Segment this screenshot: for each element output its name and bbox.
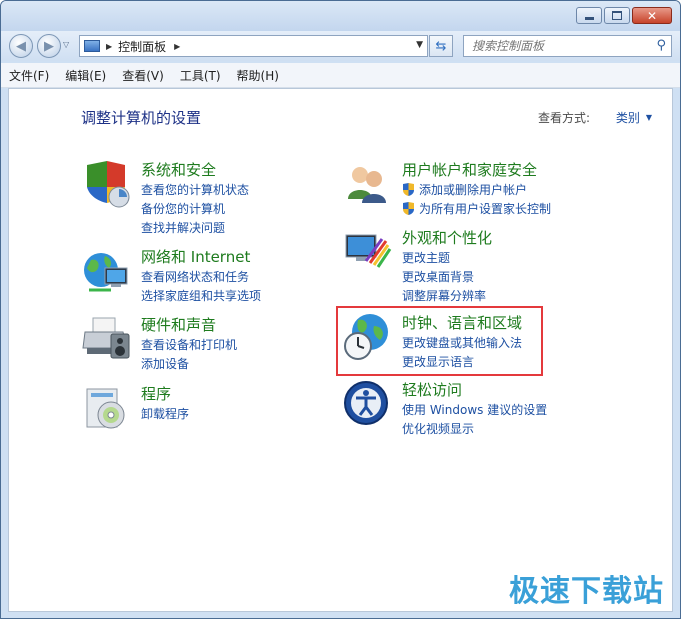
- category-title[interactable]: 系统和安全: [141, 159, 216, 180]
- link-screen-resolution[interactable]: 调整屏幕分辨率: [402, 287, 486, 304]
- forward-button[interactable]: ▶: [37, 34, 61, 58]
- minimize-button[interactable]: [576, 7, 602, 24]
- search-input[interactable]: [470, 38, 652, 54]
- menu-help[interactable]: 帮助(H): [229, 67, 287, 84]
- view-by-dropdown[interactable]: 类别 ▼: [616, 109, 652, 126]
- view-by-label: 查看方式:: [537, 111, 590, 125]
- link-backup-computer[interactable]: 备份您的计算机: [141, 200, 225, 217]
- link-view-network-status[interactable]: 查看网络状态和任务: [141, 268, 249, 285]
- forward-arrow-icon: ▶: [44, 38, 54, 54]
- ease-of-access-icon[interactable]: [342, 379, 392, 429]
- address-dropdown-icon[interactable]: ▼: [416, 40, 423, 50]
- link-optimize-video-display[interactable]: 优化视频显示: [402, 420, 474, 437]
- category-title[interactable]: 外观和个性化: [402, 227, 492, 248]
- refresh-button[interactable]: ⇆: [429, 35, 453, 57]
- minimize-icon: [584, 16, 594, 20]
- control-panel-icon: [84, 40, 100, 52]
- category-title[interactable]: 网络和 Internet: [141, 246, 250, 267]
- maximize-button[interactable]: [604, 7, 630, 24]
- menu-edit[interactable]: 编辑(E): [57, 67, 114, 84]
- breadcrumb-separator-icon: ▶: [106, 41, 113, 51]
- content-pane: 调整计算机的设置 查看方式: 类别 ▼ 系统和安全 查看您的计算机状态 备份您的…: [8, 88, 673, 612]
- close-button[interactable]: ✕: [632, 7, 672, 24]
- page-title: 调整计算机的设置: [81, 109, 202, 127]
- recent-pages-dropdown-icon[interactable]: ▽: [63, 40, 69, 49]
- link-recommended-settings[interactable]: 使用 Windows 建议的设置: [402, 401, 547, 418]
- link-devices-printers[interactable]: 查看设备和打印机: [141, 336, 237, 353]
- link-homegroup-sharing[interactable]: 选择家庭组和共享选项: [141, 287, 261, 304]
- category-title[interactable]: 用户帐户和家庭安全: [402, 159, 537, 180]
- title-bar[interactable]: ✕: [1, 1, 680, 31]
- link-desktop-background[interactable]: 更改桌面背景: [402, 268, 474, 285]
- address-bar[interactable]: ▶ 控制面板 ▶ ▼: [79, 35, 428, 57]
- refresh-icon: ⇆: [435, 38, 447, 54]
- link-add-remove-users[interactable]: 添加或删除用户帐户: [402, 181, 527, 198]
- view-by-value: 类别: [615, 111, 640, 125]
- menu-tools[interactable]: 工具(T): [172, 67, 229, 84]
- search-box[interactable]: ⚲: [463, 35, 672, 57]
- users-icon[interactable]: [342, 159, 392, 209]
- link-add-device[interactable]: 添加设备: [141, 355, 189, 372]
- network-globe-icon[interactable]: [81, 246, 131, 296]
- control-panel-window: ✕ ◀ ▶ ▽ ▶ 控制面板 ▶ ▼ ⇆ ⚲ 文件(F) 编辑(E) 查看(V): [0, 0, 681, 619]
- link-label: 为所有用户设置家长控制: [419, 202, 552, 216]
- link-uninstall-program[interactable]: 卸载程序: [141, 405, 189, 422]
- breadcrumb-control-panel[interactable]: 控制面板: [118, 38, 166, 55]
- system-security-icon[interactable]: [81, 159, 131, 209]
- back-button[interactable]: ◀: [9, 34, 33, 58]
- printer-icon[interactable]: [81, 314, 131, 364]
- window-controls: ✕: [574, 7, 672, 24]
- menu-file[interactable]: 文件(F): [1, 67, 57, 84]
- close-icon: ✕: [646, 8, 658, 23]
- back-arrow-icon: ◀: [16, 38, 26, 54]
- maximize-icon: [612, 11, 622, 20]
- uac-shield-icon: [403, 183, 414, 196]
- uac-shield-icon: [403, 202, 414, 215]
- category-title[interactable]: 轻松访问: [402, 379, 462, 400]
- watermark: 极速下载站: [509, 574, 664, 609]
- breadcrumb-separator-icon: ▶: [174, 41, 181, 51]
- link-parental-controls[interactable]: 为所有用户设置家长控制: [402, 200, 551, 217]
- chevron-down-icon: ▼: [645, 113, 652, 122]
- programs-icon[interactable]: [81, 383, 131, 433]
- link-change-theme[interactable]: 更改主题: [402, 249, 450, 266]
- link-troubleshoot[interactable]: 查找并解决问题: [141, 219, 225, 236]
- link-label: 添加或删除用户帐户: [419, 183, 528, 197]
- menu-bar: 文件(F) 编辑(E) 查看(V) 工具(T) 帮助(H): [1, 63, 680, 88]
- link-view-computer-status[interactable]: 查看您的计算机状态: [141, 181, 249, 198]
- category-title[interactable]: 硬件和声音: [141, 314, 216, 335]
- menu-view[interactable]: 查看(V): [114, 67, 172, 84]
- appearance-monitor-icon[interactable]: [342, 227, 392, 277]
- highlight-box: [336, 306, 543, 376]
- address-toolbar: ◀ ▶ ▽ ▶ 控制面板 ▶ ▼ ⇆ ⚲: [1, 31, 680, 61]
- search-icon[interactable]: ⚲: [656, 38, 666, 53]
- category-title[interactable]: 程序: [141, 383, 171, 404]
